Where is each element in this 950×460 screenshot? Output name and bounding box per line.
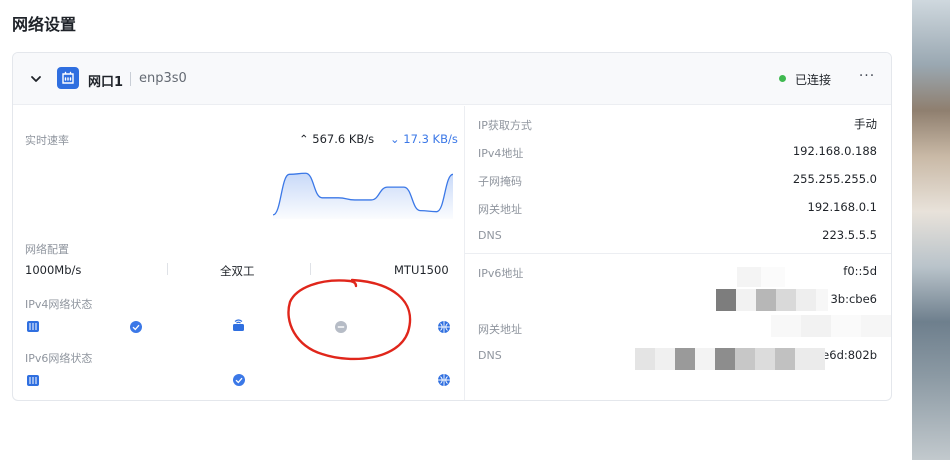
dns-label: DNS (478, 229, 502, 242)
ip-method-label: IP获取方式 (478, 119, 532, 132)
gateway-label: 网关地址 (478, 203, 522, 216)
page-title: 网络设置 (12, 15, 77, 34)
check-circle-icon (233, 374, 245, 386)
globe-icon (438, 321, 450, 333)
globe-icon (438, 374, 450, 386)
ip-method-value: 手动 (854, 117, 877, 131)
subnet-mask-label: 子网掩码 (478, 175, 522, 188)
network-port-card: 网口1 enp3s0 已连接 ··· 实时速率 ⌃ 567.6 KB/s ⌄ 1… (12, 52, 892, 401)
more-options-button[interactable]: ··· (857, 69, 877, 87)
redacted-ipv6-gateway (771, 315, 891, 337)
device-port-icon (27, 321, 39, 332)
ipv6-dns-label: DNS (478, 349, 502, 362)
connection-status: 已连接 (795, 73, 832, 87)
ipv6-address-value: f0::5d (843, 264, 877, 278)
ipv4-address-value: 192.168.0.188 (792, 144, 877, 158)
section-divider (465, 253, 891, 254)
ipv6-address-label: IPv6地址 (478, 267, 524, 280)
ipv6-gateway-label: 网关地址 (478, 323, 522, 336)
ipv4-address-label: IPv4地址 (478, 147, 524, 160)
network-status-diagram (27, 319, 450, 386)
gateway-value: 192.168.0.1 (807, 200, 878, 214)
check-circle-icon (130, 321, 142, 333)
ipv4-status-row (27, 319, 450, 333)
ipv6-dns-value: e6d:802b (822, 348, 877, 362)
device-port-icon (27, 375, 39, 386)
redacted-ipv6-segment (737, 267, 785, 287)
redacted-ipv6-segment (716, 289, 828, 311)
disconnected-status-icon (335, 321, 347, 333)
connected-status-dot (779, 75, 786, 82)
background-photo (912, 0, 950, 460)
ipv6-address-value-2: 3b:cbe6 (830, 292, 877, 306)
redacted-ipv6-dns (635, 348, 825, 370)
router-icon (233, 319, 244, 331)
subnet-mask-value: 255.255.255.0 (792, 172, 877, 186)
ipv6-status-row (27, 374, 450, 386)
dns-value: 223.5.5.5 (822, 228, 877, 242)
